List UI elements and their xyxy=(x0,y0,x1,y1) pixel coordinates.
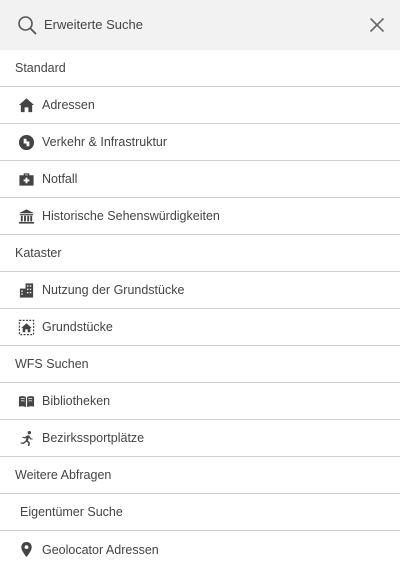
item-label: Grundstücke xyxy=(42,320,113,334)
item-label: Geolocator Adressen xyxy=(42,542,159,557)
item-grundstuecke[interactable]: Grundstücke xyxy=(0,309,400,346)
close-icon[interactable] xyxy=(369,17,385,33)
group-heading-wfs-suchen: WFS Suchen xyxy=(0,346,400,383)
runner-icon xyxy=(17,429,35,447)
item-label: Bibliotheken xyxy=(42,394,111,408)
item-label: Notfall xyxy=(42,172,78,186)
group-heading-kataster: Kataster xyxy=(0,235,400,272)
item-nutzung-der-grundstuecke[interactable]: Nutzung der Grundstücke xyxy=(0,272,400,309)
home-icon xyxy=(17,96,35,114)
search-icon[interactable] xyxy=(17,15,37,35)
item-adressen[interactable]: Adressen xyxy=(0,87,400,124)
search-panel: Erweiterte Suche Standard Adressen Verke… xyxy=(0,0,400,568)
item-verkehr-infrastruktur[interactable]: Verkehr & Infrastruktur xyxy=(0,124,400,161)
group-heading-standard: Standard xyxy=(0,50,400,87)
building-icon xyxy=(17,281,35,299)
search-title: Erweiterte Suche xyxy=(44,17,143,32)
item-geolocator-adressen[interactable]: Geolocator Adressen xyxy=(0,531,400,568)
item-historische-sehenswuerdigkeiten[interactable]: Historische Sehenswürdigkeiten xyxy=(0,198,400,235)
book-icon xyxy=(17,392,35,410)
item-notfall[interactable]: Notfall xyxy=(0,161,400,198)
map-pin-icon xyxy=(17,541,35,559)
item-label: Eigentümer Suche xyxy=(20,505,123,519)
item-bezirkssportplaetze[interactable]: Bezirkssportplätze xyxy=(0,420,400,457)
traffic-icon xyxy=(17,133,35,151)
search-header: Erweiterte Suche xyxy=(0,0,400,50)
group-heading-weitere-abfragen: Weitere Abfragen xyxy=(0,457,400,494)
first-aid-kit-icon xyxy=(17,170,35,188)
item-label: Historische Sehenswürdigkeiten xyxy=(42,209,220,223)
item-bibliotheken[interactable]: Bibliotheken xyxy=(0,383,400,420)
item-label: Bezirkssportplätze xyxy=(42,431,145,445)
museum-icon xyxy=(17,207,35,225)
item-eigentuemer-suche[interactable]: Eigentümer Suche xyxy=(0,494,400,531)
item-label: Verkehr & Infrastruktur xyxy=(42,135,168,149)
item-label: Adressen xyxy=(42,98,95,112)
item-label: Nutzung der Grundstücke xyxy=(42,283,185,297)
parcel-icon xyxy=(17,318,35,336)
